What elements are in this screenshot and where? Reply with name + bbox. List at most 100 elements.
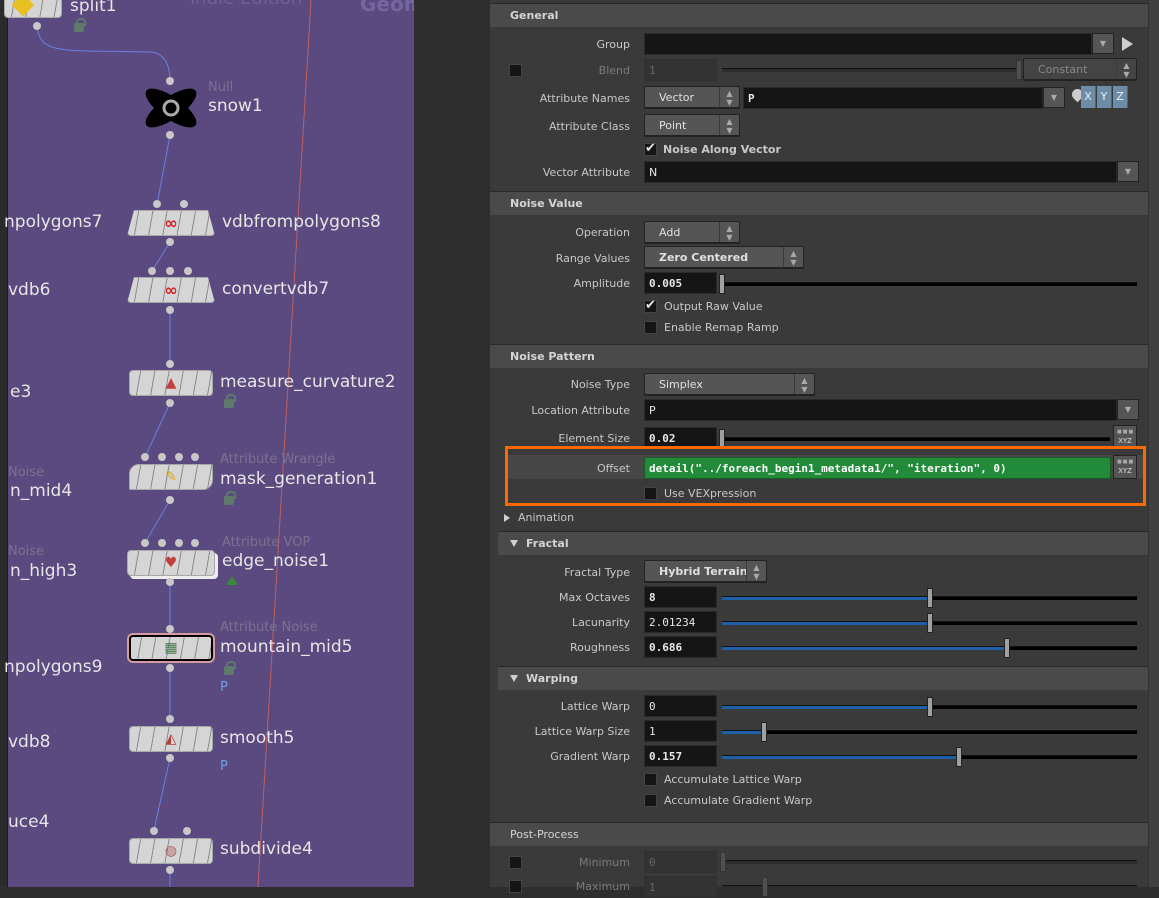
slider-thumb[interactable] [956, 747, 962, 767]
lock-icon[interactable] [224, 661, 236, 675]
lock-icon[interactable] [224, 394, 236, 408]
offscreen-node-label[interactable]: vdb8 [8, 732, 50, 752]
input-connector[interactable] [191, 453, 199, 461]
output-connector[interactable] [166, 238, 174, 246]
vertical-scrollbar[interactable] [1148, 0, 1159, 887]
gradient-warp-slider[interactable] [722, 747, 1137, 767]
lattice-warp-size-input[interactable]: 1 [644, 720, 717, 742]
input-connector[interactable] [180, 200, 188, 208]
amplitude-input[interactable]: 0.005 [644, 272, 717, 294]
blend-input[interactable]: 1 [644, 59, 717, 81]
gradient-warp-input[interactable]: 0.157 [644, 745, 717, 767]
slider-thumb[interactable] [1016, 60, 1022, 80]
offscreen-node-label[interactable]: n_high3 [10, 561, 77, 581]
node-name[interactable]: edge_noise1 [222, 551, 329, 571]
node-mountain-mid5[interactable]: ▦ [127, 633, 215, 663]
maximum-slider[interactable] [722, 877, 1137, 897]
z-component-toggle[interactable]: Z [1113, 86, 1128, 108]
node-name[interactable]: smooth5 [220, 728, 294, 748]
offscreen-node-label[interactable]: npolygons7 [4, 212, 102, 232]
input-connector[interactable] [153, 200, 161, 208]
input-connector[interactable] [150, 827, 158, 835]
lattice-warp-input[interactable]: 0 [644, 695, 717, 717]
node-name[interactable]: subdivide4 [220, 839, 313, 859]
operation-menu[interactable]: Add ▲ ▼ [644, 221, 740, 243]
section-animation-toggle[interactable]: Animation [490, 508, 1148, 528]
select-arrow-icon[interactable] [1122, 37, 1133, 51]
y-component-toggle[interactable]: Y [1097, 86, 1112, 108]
node-name[interactable]: split1 [70, 0, 117, 16]
node-convertvdb7[interactable]: ∞ [127, 277, 215, 303]
vector-attribute-input[interactable]: N [644, 161, 1117, 183]
lattice-warp-slider[interactable] [722, 697, 1137, 717]
output-connector[interactable] [166, 578, 174, 586]
roughness-slider[interactable] [722, 638, 1137, 658]
node-name[interactable]: mountain_mid5 [220, 637, 352, 657]
input-connector[interactable] [175, 539, 183, 547]
offscreen-node-label[interactable]: vdb6 [8, 280, 50, 300]
input-connector[interactable] [166, 267, 174, 275]
noise-along-vector-checkbox[interactable] [644, 141, 657, 156]
max-octaves-slider[interactable] [722, 588, 1137, 608]
group-input[interactable] [644, 33, 1092, 55]
lock-icon[interactable] [74, 18, 86, 32]
vector-attribute-dropdown-button[interactable]: ▼ [1117, 161, 1139, 182]
attribute-names-dropdown-button[interactable]: ▼ [1043, 87, 1065, 108]
location-attribute-input[interactable]: P [644, 399, 1117, 421]
output-connector[interactable] [166, 664, 174, 672]
section-fractal[interactable]: Fractal [498, 531, 1148, 555]
input-connector[interactable] [166, 360, 174, 368]
input-connector[interactable] [141, 453, 149, 461]
offscreen-node-label[interactable]: n_mid4 [10, 481, 72, 501]
slider-thumb[interactable] [1004, 638, 1010, 658]
network-editor[interactable]: Indie Edition Geometry npolygons7 vdb6 e… [0, 0, 414, 887]
input-connector[interactable] [158, 539, 166, 547]
enable-remap-ramp-checkbox[interactable] [644, 321, 657, 334]
node-snow1[interactable] [140, 86, 202, 130]
node-name[interactable]: measure_curvature2 [220, 372, 396, 392]
accumulate-gradient-warp-checkbox[interactable] [644, 794, 657, 807]
lacunarity-slider[interactable] [722, 613, 1137, 633]
input-connector[interactable] [166, 625, 174, 633]
node-measure-curvature2[interactable]: ▲ [129, 370, 213, 396]
accumulate-lattice-warp-checkbox[interactable] [644, 773, 657, 786]
slider-thumb[interactable] [719, 274, 725, 294]
range-values-menu[interactable]: Zero Centered ▲ ▼ [644, 246, 804, 268]
node-name[interactable]: snow1 [208, 96, 263, 116]
node-split1[interactable] [4, 0, 62, 18]
blend-slider[interactable] [722, 60, 1022, 80]
offscreen-node-label[interactable]: e3 [10, 382, 31, 402]
location-attribute-dropdown-button[interactable]: ▼ [1117, 399, 1139, 420]
node-subdivide4[interactable]: ◍ [129, 838, 213, 864]
slider-thumb[interactable] [762, 877, 768, 897]
slider-thumb[interactable] [927, 697, 933, 717]
minimum-input[interactable]: 0 [644, 851, 717, 873]
section-warping[interactable]: Warping [498, 666, 1148, 690]
node-name[interactable]: mask_generation1 [220, 469, 377, 489]
input-connector[interactable] [158, 453, 166, 461]
node-edge-noise1[interactable]: ♥ [127, 550, 215, 576]
slider-thumb[interactable] [927, 613, 933, 633]
node-vdbfrompolygons8[interactable]: ∞ [127, 210, 215, 236]
roughness-input[interactable]: 0.686 [644, 636, 717, 658]
output-connector[interactable] [166, 496, 174, 504]
input-connector[interactable] [191, 539, 199, 547]
input-connector[interactable] [184, 267, 192, 275]
amplitude-slider[interactable] [719, 274, 1137, 294]
offscreen-node-label[interactable]: uce4 [8, 812, 49, 832]
blend-mode-menu[interactable]: Constant ▲ ▼ [1023, 58, 1137, 80]
lock-icon[interactable] [224, 491, 236, 505]
output-connector[interactable] [166, 866, 174, 874]
attribute-class-menu[interactable]: Point ▲ ▼ [644, 114, 740, 136]
bypass-down-icon[interactable] [226, 576, 238, 585]
x-component-toggle[interactable]: X [1081, 86, 1096, 108]
input-connector[interactable] [166, 77, 174, 85]
output-connector[interactable] [166, 754, 174, 762]
output-connector[interactable] [166, 306, 174, 314]
node-name[interactable]: vdbfrompolygons8 [222, 212, 381, 232]
output-connector[interactable] [166, 399, 174, 407]
node-mask-generation1[interactable]: ✎ [129, 464, 213, 490]
node-smooth5[interactable]: ◭ [129, 726, 213, 752]
minimum-slider[interactable] [720, 852, 1137, 872]
offscreen-node-label[interactable]: npolygons9 [4, 657, 102, 677]
